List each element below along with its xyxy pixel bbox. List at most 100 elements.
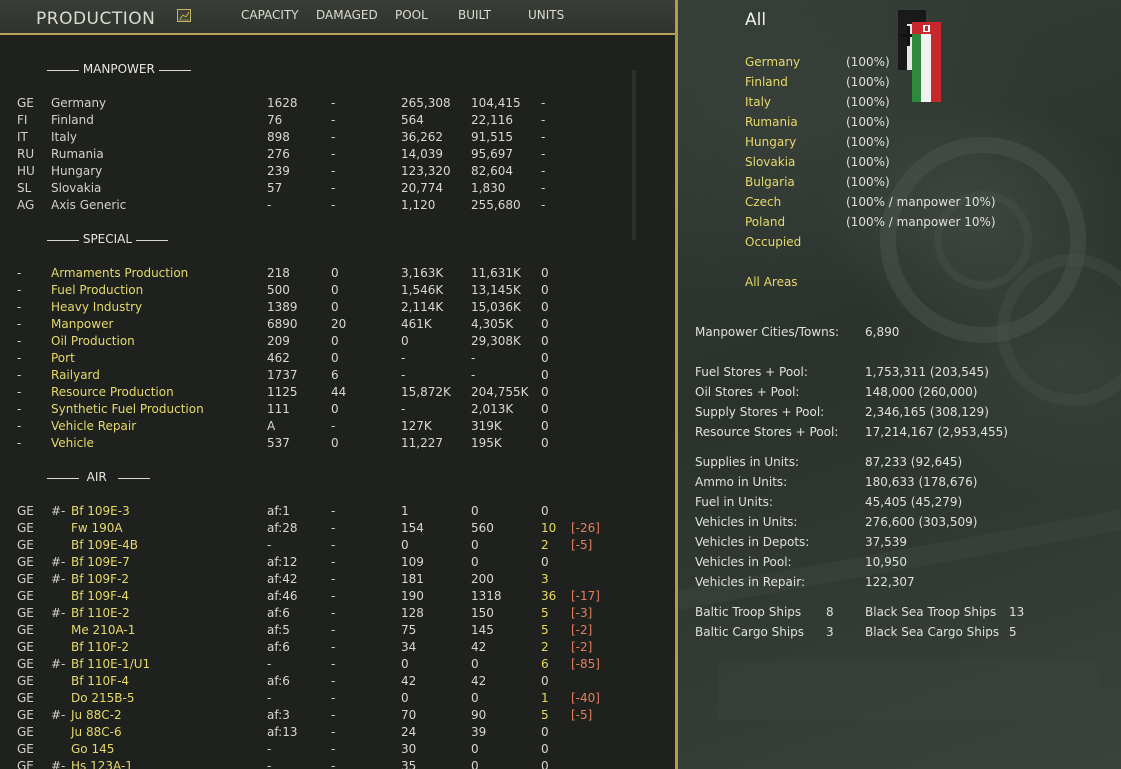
nation-link[interactable]: Poland (745, 215, 785, 229)
air-row[interactable]: GE #- Bf 109F-2 af:42 - 181 200 3 (0, 572, 670, 589)
air-row[interactable]: GE Bf 109F-4 af:46 - 190 1318 36 [-17] (0, 589, 670, 606)
air-row[interactable]: GE #- Bf 110E-1/U1 - - 0 0 6 [-85] (0, 657, 670, 674)
aircraft-name[interactable]: Do 215B-5 (71, 691, 135, 705)
built-value: 319K (471, 419, 502, 433)
manpower-row[interactable]: RU Rumania 276 - 14,039 95,697 - (0, 147, 670, 164)
air-row[interactable]: GE Fw 190A af:28 - 154 560 10 [-26] (0, 521, 670, 538)
air-row[interactable]: GE Bf 110F-4 af:6 - 42 42 0 (0, 674, 670, 691)
special-row[interactable]: - Manpower 6890 20 461K 4,305K 0 (0, 317, 670, 334)
air-row[interactable]: GE #- Bf 110E-2 af:6 - 128 150 5 [-3] (0, 606, 670, 623)
facility-name[interactable]: Railyard (51, 368, 100, 382)
facility-name[interactable]: Manpower (51, 317, 113, 331)
nation-link[interactable]: Rumania (745, 115, 798, 129)
air-row[interactable]: GE Me 210A-1 af:5 - 75 145 5 [-2] (0, 623, 670, 640)
special-row[interactable]: - Port 462 0 - - 0 (0, 351, 670, 368)
manpower-row[interactable]: IT Italy 898 - 36,262 91,515 - (0, 130, 670, 147)
damaged-value: - (331, 164, 336, 178)
units-value: 3 (541, 572, 549, 586)
manpower-row[interactable]: SL Slovakia 57 - 20,774 1,830 - (0, 181, 670, 198)
country-code: GE (17, 589, 34, 603)
air-row[interactable]: GE Bf 110F-2 af:6 - 34 42 2 [-2] (0, 640, 670, 657)
aircraft-name[interactable]: Bf 109E-7 (71, 555, 130, 569)
country-code: - (17, 283, 22, 297)
air-row[interactable]: GE Ju 88C-6 af:13 - 24 39 0 (0, 725, 670, 742)
aircraft-name[interactable]: Bf 110E-2 (71, 606, 130, 620)
damaged-value: - (331, 198, 336, 212)
special-row[interactable]: - Railyard 1737 6 - - 0 (0, 368, 670, 385)
nation-link[interactable]: Italy (745, 95, 771, 109)
all-areas-link[interactable]: All Areas (745, 275, 798, 289)
air-row[interactable]: GE #- Bf 109E-3 af:1 - 1 0 0 (0, 504, 670, 521)
nation-percent: (100%) (846, 155, 890, 169)
aircraft-name[interactable]: Hs 123A-1 (71, 759, 133, 769)
aircraft-name[interactable]: Bf 109F-2 (71, 572, 129, 586)
facility-name[interactable]: Oil Production (51, 334, 135, 348)
column-header-capacity[interactable]: CAPACITY (241, 8, 299, 22)
special-row[interactable]: - Oil Production 209 0 0 29,308K 0 (0, 334, 670, 351)
air-row[interactable]: GE #- Hs 123A-1 - - 35 0 0 (0, 759, 670, 769)
air-row[interactable]: GE #- Ju 88C-2 af:3 - 70 90 5 [-5] (0, 708, 670, 725)
chart-button[interactable] (177, 9, 191, 22)
special-row[interactable]: - Heavy Industry 1389 0 2,114K 15,036K 0 (0, 300, 670, 317)
facility-name[interactable]: Vehicle Repair (51, 419, 136, 433)
aircraft-name[interactable]: Bf 109E-3 (71, 504, 130, 518)
facility-name[interactable]: Fuel Production (51, 283, 143, 297)
aircraft-name[interactable]: Bf 110E-1/U1 (71, 657, 150, 671)
air-row[interactable]: GE Bf 109E-4B - - 0 0 2 [-5] (0, 538, 670, 555)
air-row[interactable]: GE #- Bf 109E-7 af:12 - 109 0 0 (0, 555, 670, 572)
nation-link[interactable]: Hungary (745, 135, 796, 149)
special-row[interactable]: - Synthetic Fuel Production 111 0 - 2,013K 0 (0, 402, 670, 419)
units-value: 0 (541, 759, 549, 769)
aircraft-name[interactable]: Bf 110F-4 (71, 674, 129, 688)
facility-name[interactable]: Heavy Industry (51, 300, 142, 314)
damaged-value: - (331, 640, 336, 654)
units-value: 0 (541, 368, 549, 382)
column-header-pool[interactable]: POOL (395, 8, 428, 22)
units-value: 10 (541, 521, 557, 535)
damaged-value: - (331, 691, 336, 705)
axis-flags-icon[interactable] (896, 8, 946, 103)
facility-name[interactable]: Port (51, 351, 75, 365)
damaged-value: - (331, 606, 336, 620)
nation-link[interactable]: Slovakia (745, 155, 795, 169)
aircraft-name[interactable]: Ju 88C-6 (71, 725, 122, 739)
aircraft-name[interactable]: Fw 190A (71, 521, 123, 535)
aircraft-name[interactable]: Bf 109E-4B (71, 538, 138, 552)
nation-percent: (100%) (846, 55, 890, 69)
special-row[interactable]: - Vehicle 537 0 11,227 195K 0 (0, 436, 670, 453)
aircraft-name[interactable]: Go 145 (71, 742, 114, 756)
air-row[interactable]: GE Go 145 - - 30 0 0 (0, 742, 670, 759)
facility-name[interactable]: Vehicle (51, 436, 94, 450)
facility-name[interactable]: Resource Production (51, 385, 174, 399)
pool-value: 20,774 (401, 181, 443, 195)
nation-link[interactable]: Occupied (745, 235, 801, 249)
aircraft-name[interactable]: Bf 109F-4 (71, 589, 129, 603)
aircraft-name[interactable]: Me 210A-1 (71, 623, 135, 637)
built-value: 200 (471, 572, 494, 586)
nation-link[interactable]: Czech (745, 195, 781, 209)
units-value: 0 (541, 402, 549, 416)
nation-link[interactable]: Bulgaria (745, 175, 795, 189)
baltic-cargo-ships-label: Baltic Cargo Ships (695, 625, 805, 639)
special-row[interactable]: - Vehicle Repair A - 127K 319K 0 (0, 419, 670, 436)
air-row[interactable]: GE Do 215B-5 - - 0 0 1 [-40] (0, 691, 670, 708)
nation-link[interactable]: Germany (745, 55, 800, 69)
manpower-row[interactable]: GE Germany 1628 - 265,308 104,415 - (0, 96, 670, 113)
units-value: - (541, 181, 546, 195)
column-header-damaged[interactable]: DAMAGED (316, 8, 378, 22)
units-value: - (541, 147, 546, 161)
built-value: 15,036K (471, 300, 521, 314)
manpower-row[interactable]: FI Finland 76 - 564 22,116 - (0, 113, 670, 130)
manpower-row[interactable]: HU Hungary 239 - 123,320 82,604 - (0, 164, 670, 181)
facility-name[interactable]: Armaments Production (51, 266, 188, 280)
facility-name[interactable]: Synthetic Fuel Production (51, 402, 204, 416)
special-row[interactable]: - Armaments Production 218 0 3,163K 11,631K 0 (0, 266, 670, 283)
special-row[interactable]: - Resource Production 1125 44 15,872K 204,755… (0, 385, 670, 402)
nation-link[interactable]: Finland (745, 75, 788, 89)
column-header-units[interactable]: UNITS (528, 8, 564, 22)
aircraft-name[interactable]: Ju 88C-2 (71, 708, 122, 722)
aircraft-name[interactable]: Bf 110F-2 (71, 640, 129, 654)
manpower-row[interactable]: AG Axis Generic - - 1,120 255,680 - (0, 198, 670, 215)
column-header-built[interactable]: BUILT (458, 8, 491, 22)
special-row[interactable]: - Fuel Production 500 0 1,546K 13,145K 0 (0, 283, 670, 300)
